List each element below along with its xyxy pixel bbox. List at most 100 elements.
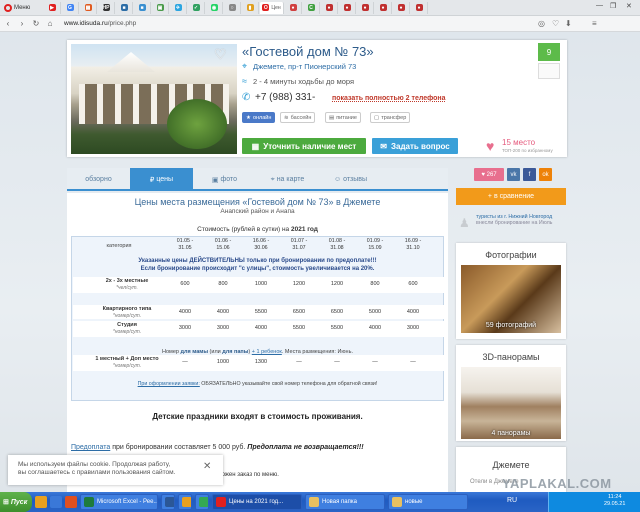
site-icon: С <box>307 4 315 11</box>
price-cell: 6500 <box>292 309 306 315</box>
language-indicator[interactable]: RU <box>507 497 517 504</box>
prepayment-link[interactable]: Предоплата <box>71 444 110 451</box>
browser-tab[interactable]: ◉ <box>206 1 223 14</box>
bookmark-icon: ▦ <box>84 4 92 11</box>
price-cell: 3000 <box>406 325 420 331</box>
app-icon <box>84 497 94 507</box>
price-cell: — <box>410 359 416 365</box>
browser-tab[interactable]: ○ <box>224 1 241 14</box>
price-cell: 1300 <box>254 359 268 365</box>
browser-menu-button[interactable]: Меню <box>0 0 44 16</box>
browser-tab[interactable]: ▶ <box>44 1 61 14</box>
reload-icon[interactable]: ↻ <box>32 19 40 28</box>
browser-tab[interactable]: ● <box>339 1 356 14</box>
browser-tab[interactable]: ✓ <box>188 1 205 14</box>
browser-tab[interactable]: ● <box>393 1 410 14</box>
taskbar-button[interactable]: Цены на 2021 год... <box>212 494 302 510</box>
url-field[interactable]: www.idisuda.ru/price.php <box>64 20 136 27</box>
browser-tab[interactable]: С <box>303 1 320 14</box>
site-icon: ● <box>379 4 387 11</box>
tab-1[interactable]: ₽ цены <box>130 168 193 191</box>
taskbar-button[interactable] <box>178 494 192 510</box>
cost-caption: Стоимость (рублей в сутки) на 2021 год <box>197 226 318 233</box>
cookie-close-icon[interactable]: ✕ <box>203 461 211 472</box>
period-header: 01.05 - 31.05 <box>176 238 194 251</box>
quick-launch-icon[interactable] <box>50 496 62 508</box>
price-cell: — <box>182 359 188 365</box>
download-icon[interactable]: ⬇ <box>565 19 572 28</box>
panorama-thumbnail[interactable] <box>461 367 561 439</box>
compare-button[interactable]: + в сравнение <box>456 188 566 205</box>
taskbar-button[interactable]: новые <box>388 494 468 510</box>
tab-2[interactable]: ▣ фото <box>193 168 256 191</box>
check-availability-button[interactable]: ▦ Уточнить наличие мест <box>242 138 366 154</box>
site-icon: ■ <box>138 4 146 11</box>
start-button[interactable]: ⊞ Пуск <box>0 492 32 512</box>
hotel-title: «Гостевой дом № 73» <box>242 44 374 59</box>
booking-note-link[interactable]: При оформлении заявки: <box>138 381 200 387</box>
hotel-address[interactable]: Джемете, пр-т Пионерский 73 <box>253 62 356 71</box>
taskbar-button[interactable]: Microsoft Excel - Рее... <box>80 494 158 510</box>
price-cell: 5500 <box>330 325 344 331</box>
youtube-icon: ▶ <box>48 4 56 11</box>
system-tray <box>548 492 640 512</box>
price-cell: 1200 <box>292 281 306 287</box>
browser-tab[interactable]: ▮ <box>242 1 259 14</box>
home-icon[interactable]: ⌂ <box>46 19 54 28</box>
browser-tab[interactable]: HP <box>98 1 115 14</box>
menu-lines-icon[interactable]: ≡ <box>592 19 597 28</box>
heart-icon[interactable]: ♡ <box>552 19 559 28</box>
category-header: категория <box>106 243 132 249</box>
cookie-banner: Мы используем файлы cookie. Продолжая ра… <box>8 455 223 485</box>
browser-tab[interactable]: ✈ <box>170 1 187 14</box>
panorama-count: 4 панорамы <box>491 430 531 437</box>
browser-tab[interactable]: ● <box>321 1 338 14</box>
browser-tab[interactable]: ▣ <box>152 1 169 14</box>
rating-badge: 9 <box>538 43 560 61</box>
forward-icon[interactable]: › <box>18 19 26 28</box>
tab-3[interactable]: ⌖ на карте <box>256 168 319 191</box>
child-link[interactable]: + 1 ребенок <box>252 349 282 355</box>
facebook-icon[interactable]: f <box>523 168 536 181</box>
likes-button[interactable]: ♥ 267 <box>474 168 504 181</box>
site-icon: ● <box>343 4 351 11</box>
show-phone-link[interactable]: показать полностью 2 телефона <box>332 95 446 102</box>
back-icon[interactable]: ‹ <box>4 19 12 28</box>
maximize-icon[interactable]: ❐ <box>610 2 616 10</box>
calendar-icon: ▦ <box>251 141 260 151</box>
vk-icon[interactable]: vk <box>507 168 520 181</box>
browser-tab-active[interactable]: O Цен <box>260 1 284 14</box>
hotel-photo[interactable] <box>71 44 237 154</box>
social-buttons: ♥ 267 vk f ok <box>474 168 552 181</box>
browser-tab[interactable]: G <box>62 1 79 14</box>
ask-question-button[interactable]: ✉ Задать вопрос <box>372 138 458 154</box>
tab-4[interactable]: ☺ отзывы <box>319 168 382 191</box>
browser-tab[interactable]: ● <box>357 1 374 14</box>
browser-tab[interactable]: ■ <box>134 1 151 14</box>
site-icon: ● <box>289 4 297 11</box>
tab-0[interactable]: обзорно <box>67 168 130 191</box>
browser-tab[interactable]: ▦ <box>80 1 97 14</box>
taskbar-button[interactable] <box>195 494 209 510</box>
price-heading: Цены места размещения «Гостевой дом № 73… <box>134 197 381 207</box>
taskbar-button[interactable] <box>161 494 175 510</box>
browser-tab[interactable]: ● <box>411 1 428 14</box>
browser-tab[interactable]: ● <box>285 1 302 14</box>
taskbar-button[interactable]: Новая папка <box>305 494 385 510</box>
opera-icon: O <box>262 4 270 11</box>
car-icon: ▢ <box>374 114 380 121</box>
quick-launch-icon[interactable] <box>35 496 47 508</box>
favorite-heart-icon[interactable]: ♡ <box>214 47 230 61</box>
price-cell: 600 <box>180 281 190 287</box>
browser-tab[interactable]: ● <box>375 1 392 14</box>
browser-tab[interactable]: ■ <box>116 1 133 14</box>
browser-tabs-right: ● С ● ● ● ● ● ● <box>285 1 429 14</box>
minimize-icon[interactable]: — <box>596 2 603 9</box>
quick-launch-icon[interactable] <box>65 496 77 508</box>
price-cell: 5500 <box>254 309 268 315</box>
app-icon <box>309 497 319 507</box>
odnoklassniki-icon[interactable]: ok <box>539 168 552 181</box>
camera-icon[interactable]: ◎ <box>538 19 545 28</box>
price-cell: — <box>296 359 302 365</box>
close-icon[interactable]: ✕ <box>626 2 632 10</box>
